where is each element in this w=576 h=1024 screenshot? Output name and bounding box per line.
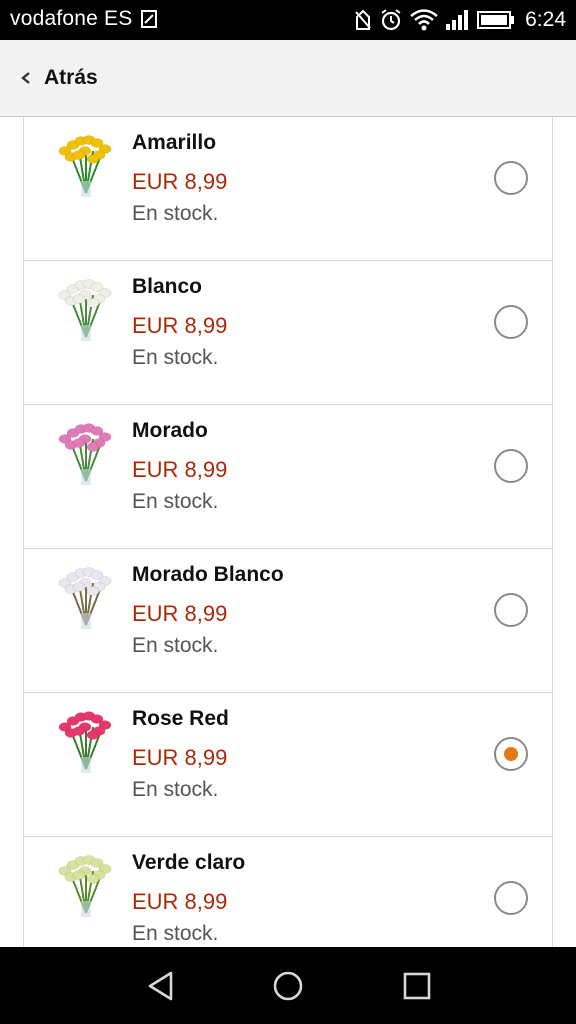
list-item[interactable]: Rose Red EUR 8,99 En stock. [23, 692, 553, 837]
vase [81, 181, 91, 197]
product-thumbnail [58, 423, 112, 485]
vase [81, 757, 91, 773]
variant-radio[interactable] [494, 305, 528, 339]
vase [81, 613, 91, 629]
variant-radio[interactable] [494, 737, 528, 771]
product-thumbnail [58, 855, 112, 917]
wifi-icon [410, 9, 438, 31]
vase [81, 901, 91, 917]
flower-bloom [72, 726, 86, 736]
vase [81, 325, 91, 341]
no-sim-signal-icon [355, 9, 371, 30]
product-thumbnail [58, 135, 112, 197]
stock-status: En stock. [132, 634, 219, 657]
status-bar: vodafone ES 6:24 [0, 0, 576, 40]
variant-name: Morado Blanco [132, 563, 284, 586]
recent-apps-square-icon[interactable] [400, 969, 434, 1003]
flower-bloom [86, 874, 100, 884]
product-thumbnail [58, 279, 112, 341]
flower-bloom [86, 442, 100, 452]
back-label: Atrás [44, 66, 98, 89]
stock-status: En stock. [132, 346, 219, 369]
variant-name: Verde claro [132, 851, 246, 874]
variant-radio[interactable] [494, 161, 528, 195]
variant-price: EUR 8,99 [132, 889, 228, 914]
variant-list: Amarillo EUR 8,99 En stock. Blanco EUR 8… [23, 117, 553, 947]
variant-name: Morado [132, 419, 208, 442]
stock-status: En stock. [132, 778, 219, 801]
flower-bloom [72, 870, 86, 880]
variant-list-scroll[interactable]: Amarillo EUR 8,99 En stock. Blanco EUR 8… [0, 117, 576, 947]
variant-price: EUR 8,99 [132, 745, 228, 770]
vase [81, 469, 91, 485]
list-item[interactable]: Amarillo EUR 8,99 En stock. [23, 117, 553, 261]
flower-bloom [86, 154, 100, 164]
stock-status: En stock. [132, 202, 219, 225]
carrier-name: vodafone ES [10, 7, 133, 30]
flower-bloom [86, 586, 100, 596]
home-circle-icon[interactable] [271, 969, 305, 1003]
variant-radio[interactable] [494, 593, 528, 627]
top-bar: Atrás [0, 40, 576, 118]
variant-price: EUR 8,99 [132, 169, 228, 194]
flower-bloom [72, 294, 86, 304]
variant-price: EUR 8,99 [132, 457, 228, 482]
list-item[interactable]: Morado Blanco EUR 8,99 En stock. [23, 548, 553, 693]
list-item[interactable]: Morado EUR 8,99 En stock. [23, 404, 553, 549]
flower-bloom [72, 150, 86, 160]
back-triangle-icon[interactable] [144, 969, 178, 1003]
variant-radio[interactable] [494, 881, 528, 915]
product-thumbnail [58, 567, 112, 629]
stock-status: En stock. [132, 490, 219, 513]
alarm-icon [381, 9, 401, 31]
list-item[interactable]: Verde claro EUR 8,99 En stock. [23, 836, 553, 947]
chevron-left-icon [21, 72, 30, 84]
flower-bloom [86, 298, 100, 308]
product-thumbnail [58, 711, 112, 773]
list-item[interactable]: Blanco EUR 8,99 En stock. [23, 260, 553, 405]
variant-name: Blanco [132, 275, 203, 298]
system-nav-bar [0, 947, 576, 1024]
variant-name: Rose Red [132, 707, 229, 730]
variant-radio[interactable] [494, 449, 528, 483]
variant-price: EUR 8,99 [132, 601, 228, 626]
flower-bloom [72, 582, 86, 592]
back-button[interactable]: Atrás [20, 66, 98, 90]
variant-price: EUR 8,99 [132, 313, 228, 338]
flower-bloom [72, 438, 86, 448]
sim-card-icon [141, 10, 157, 28]
status-icons: 6:24 [353, 6, 566, 34]
variant-name: Amarillo [132, 131, 217, 154]
cell-signal-icon [446, 10, 469, 30]
stock-status: En stock. [132, 922, 219, 945]
battery-icon [477, 11, 515, 29]
flower-bloom [86, 730, 100, 740]
clock: 6:24 [525, 8, 566, 31]
